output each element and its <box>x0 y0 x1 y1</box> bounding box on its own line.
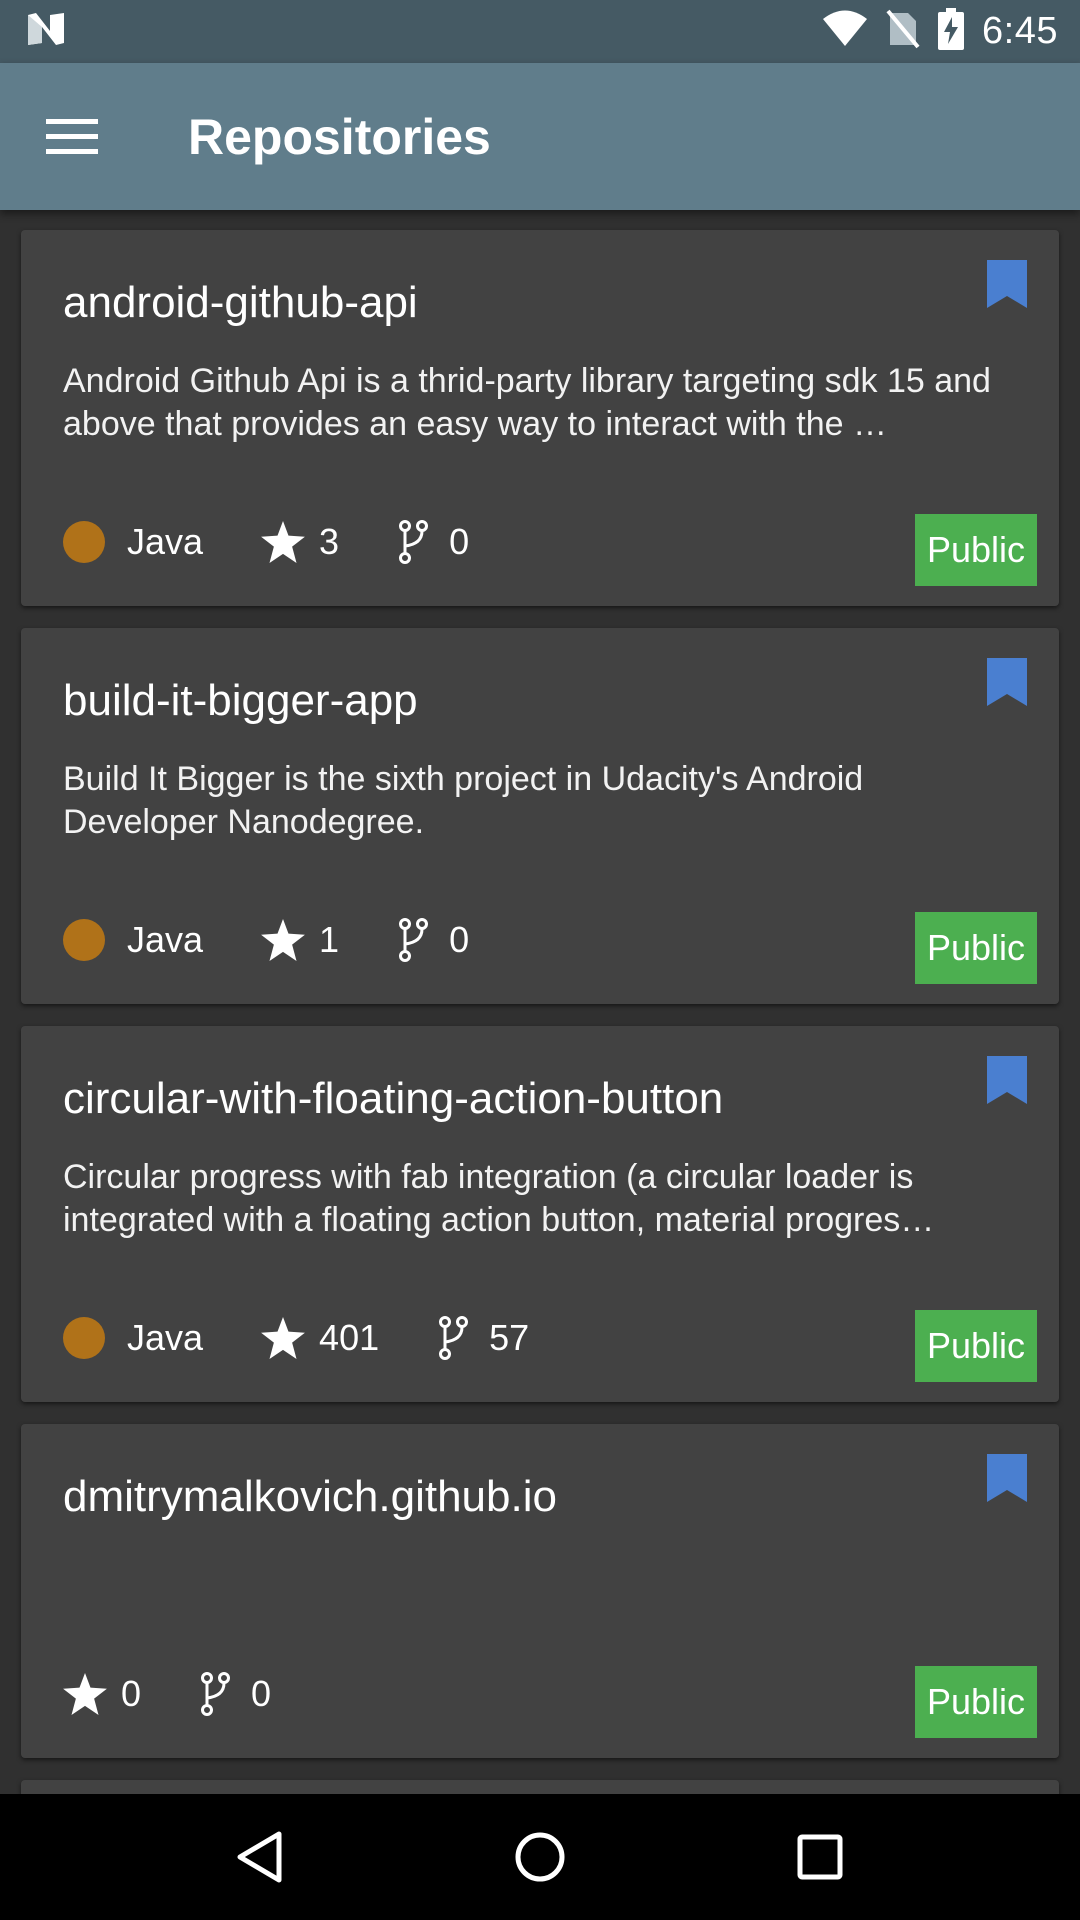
fork-icon <box>193 1672 237 1716</box>
repo-name: android-github-api <box>63 278 418 327</box>
bookmark-icon[interactable] <box>987 658 1027 706</box>
fork-icon <box>391 918 435 962</box>
visibility-badge: Public <box>914 912 1037 984</box>
visibility-badge: Public <box>914 514 1037 586</box>
repo-card[interactable]: build-it-bigger-app Build It Bigger is t… <box>21 628 1059 1004</box>
fork-count: 0 <box>449 521 470 562</box>
star-count: 0 <box>121 1673 142 1714</box>
star-count: 1 <box>319 919 340 960</box>
fork-count: 0 <box>251 1673 272 1714</box>
app-bar: Repositories <box>0 63 1080 210</box>
repo-description: Android Github Api is a thrid-party libr… <box>63 362 991 443</box>
star-icon <box>261 1316 305 1360</box>
star-icon <box>63 1672 107 1716</box>
language-color-dot <box>63 1317 105 1359</box>
fork-count: 0 <box>449 919 470 960</box>
bookmark-icon[interactable] <box>987 1454 1027 1502</box>
bookmark-icon[interactable] <box>987 1056 1027 1104</box>
recents-icon[interactable] <box>770 1807 870 1907</box>
screen: 6:45 Repositories android-github-api And… <box>0 0 1080 1920</box>
back-icon[interactable] <box>210 1807 310 1907</box>
repo-meta: 0 0 <box>63 1672 323 1716</box>
repo-name: circular-with-floating-action-button <box>63 1074 724 1123</box>
repo-name: dmitrymalkovich.github.io <box>63 1472 557 1521</box>
home-icon[interactable] <box>490 1807 590 1907</box>
star-icon <box>261 520 305 564</box>
hamburger-menu-icon[interactable] <box>36 101 108 173</box>
repo-language: Java <box>127 1317 204 1358</box>
star-count: 3 <box>319 521 340 562</box>
repo-meta: Java 1 0 <box>63 918 521 962</box>
repo-card[interactable]: android-github-api Android Github Api is… <box>21 230 1059 606</box>
no-sim-icon <box>886 9 920 54</box>
fork-icon <box>391 520 435 564</box>
language-color-dot <box>63 919 105 961</box>
language-color-dot <box>63 521 105 563</box>
visibility-badge: Public <box>914 1666 1037 1738</box>
repo-language: Java <box>127 521 204 562</box>
notification-n-icon <box>26 11 66 52</box>
repo-description: Build It Bigger is the sixth project in … <box>63 760 864 841</box>
repository-list[interactable]: android-github-api Android Github Api is… <box>0 210 1080 1794</box>
battery-charging-icon <box>938 8 965 55</box>
repo-card[interactable] <box>21 1780 1059 1794</box>
repo-language: Java <box>127 919 204 960</box>
star-count: 401 <box>319 1317 380 1358</box>
repo-card[interactable]: dmitrymalkovich.github.io 0 0 Public <box>21 1424 1059 1758</box>
repo-meta: Java 3 0 <box>63 520 521 564</box>
repo-description: Circular progress with fab integration (… <box>63 1158 935 1239</box>
navigation-bar <box>0 1794 1080 1920</box>
repo-meta: Java 401 57 <box>63 1316 581 1360</box>
fork-icon <box>431 1316 475 1360</box>
fork-count: 57 <box>489 1317 530 1358</box>
page-title: Repositories <box>188 108 491 165</box>
repo-name: build-it-bigger-app <box>63 676 418 725</box>
status-bar: 6:45 <box>0 0 1080 63</box>
repo-card[interactable]: circular-with-floating-action-button Cir… <box>21 1026 1059 1402</box>
star-icon <box>261 918 305 962</box>
bookmark-icon[interactable] <box>987 260 1027 308</box>
status-time: 6:45 <box>982 10 1058 52</box>
wifi-icon <box>822 10 868 53</box>
visibility-badge: Public <box>914 1310 1037 1382</box>
